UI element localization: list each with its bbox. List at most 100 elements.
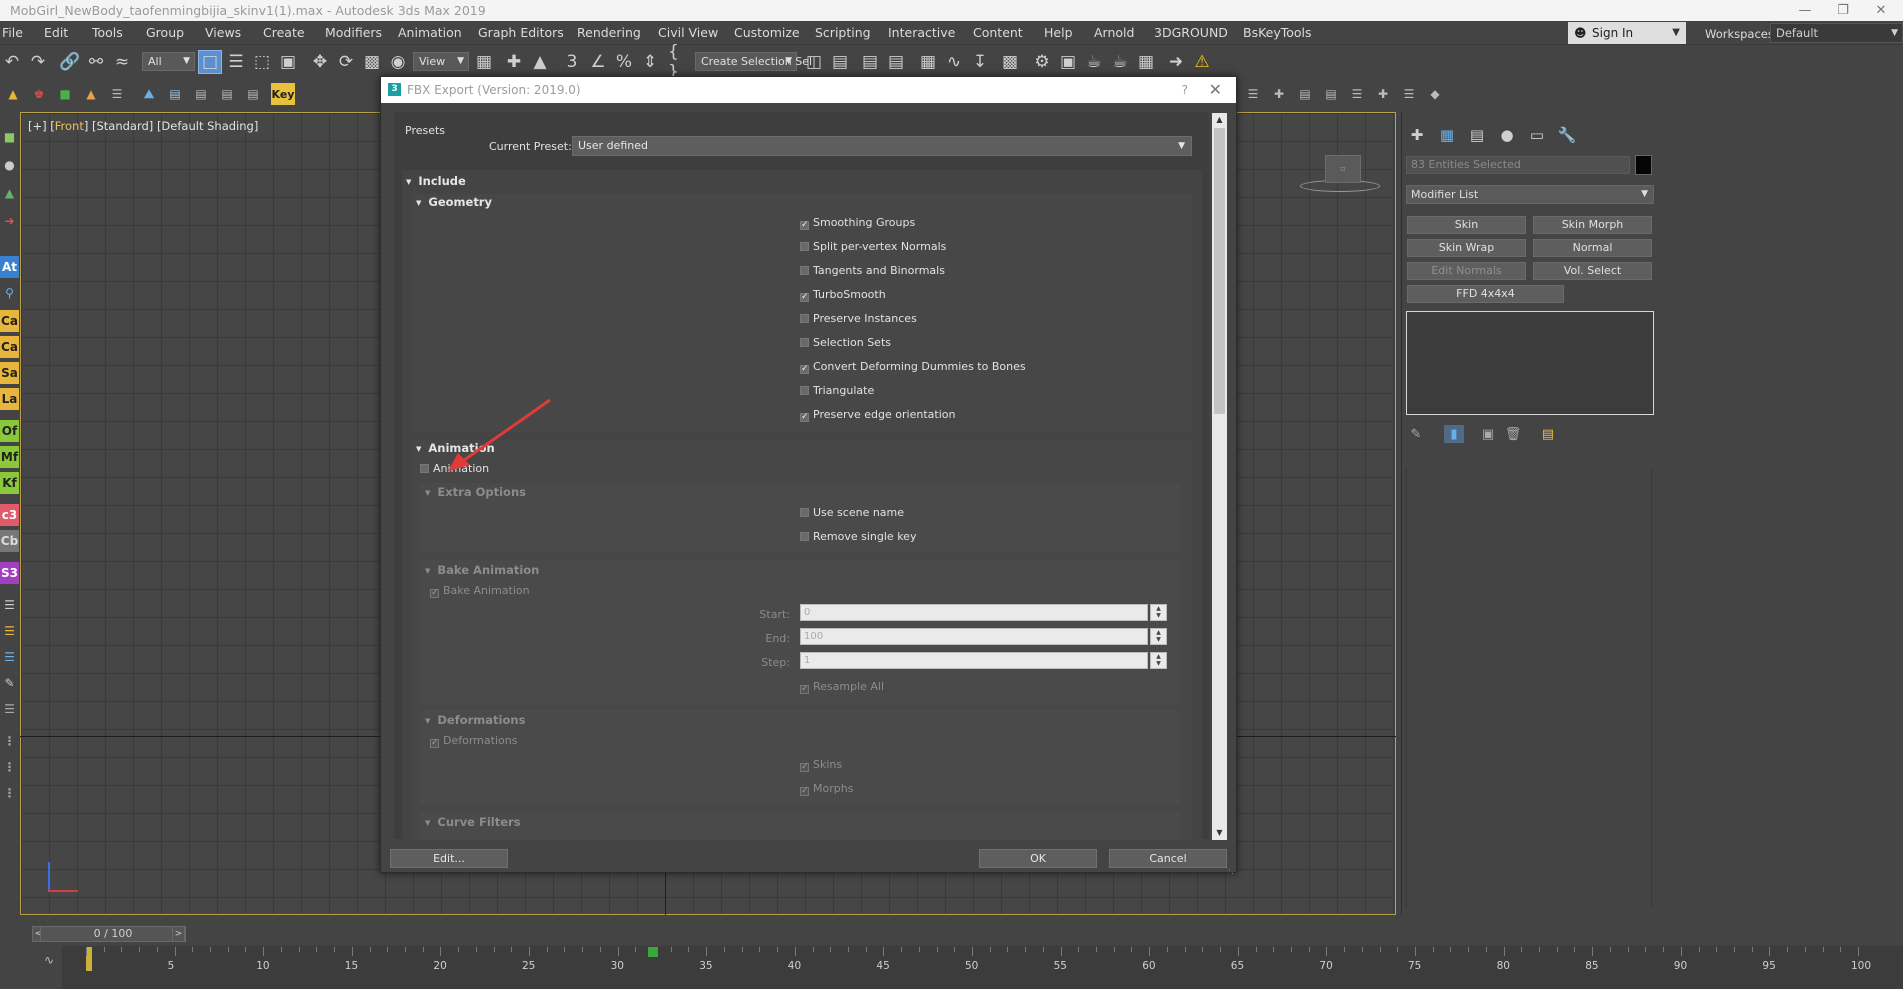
box-icon[interactable]: ■ xyxy=(0,126,19,148)
of-button[interactable]: Of xyxy=(0,420,19,442)
reference-coordinate-select[interactable]: View ▼ xyxy=(413,52,469,71)
menu-edit[interactable]: Edit xyxy=(44,25,68,40)
bind-space-warp-icon[interactable]: ≈ xyxy=(110,50,134,74)
workspace-select[interactable]: Default ▼ xyxy=(1770,23,1903,43)
time-slider-next-icon[interactable]: > xyxy=(172,926,185,942)
select-object-icon[interactable]: □ xyxy=(198,50,222,74)
s3-button[interactable]: S3 xyxy=(0,562,19,584)
start-spinner-icon[interactable]: ▲ ▼ xyxy=(1150,604,1167,621)
menu-help[interactable]: Help xyxy=(1044,25,1073,40)
bake-animation-checkbox[interactable]: ✓ Bake Animation xyxy=(430,584,530,598)
scale-icon[interactable]: ▩ xyxy=(360,50,384,74)
menu-3dground[interactable]: 3DGROUND xyxy=(1154,25,1228,40)
geometry-option-checkbox[interactable]: ✓ Preserve edge orientation xyxy=(800,408,955,422)
edit-named-selection-icon[interactable]: { } xyxy=(668,42,692,82)
step-field[interactable]: 1 xyxy=(800,652,1148,669)
viewcube-icon[interactable]: ▫ xyxy=(1325,155,1361,183)
dots-icon-3[interactable]: ⋮ xyxy=(0,782,19,804)
curve-filters-rollout[interactable]: ▼ Curve Filters xyxy=(425,815,521,829)
sphere-icon[interactable]: ● xyxy=(0,154,19,176)
layers-icon-3[interactable]: ☰ xyxy=(0,646,19,668)
geometry-option-checkbox[interactable]: Tangents and Binormals xyxy=(800,264,945,277)
modifier-list-select[interactable]: Modifier List ▼ xyxy=(1406,185,1654,204)
selection-name-field[interactable]: 83 Entities Selected xyxy=(1406,156,1630,174)
geometry-rollout[interactable]: ▼ Geometry xyxy=(416,195,492,209)
geometry-option-checkbox[interactable]: Selection Sets xyxy=(800,336,891,349)
placement-icon[interactable]: ◉ xyxy=(386,50,410,74)
plugin-icon-8[interactable]: ▤ xyxy=(188,80,214,108)
selection-filter-select[interactable]: All ▼ xyxy=(142,52,195,71)
create-tab-icon[interactable]: ✚ xyxy=(1406,124,1428,146)
schematic-view-icon[interactable]: ↧ xyxy=(968,50,992,74)
attach-icon[interactable]: At xyxy=(0,256,19,278)
layer-icon-3[interactable]: ▤ xyxy=(1292,80,1318,108)
remove-modifier-icon[interactable]: 🗑 xyxy=(1503,425,1523,443)
menu-views[interactable]: Views xyxy=(205,25,241,40)
use-scene-name-checkbox[interactable]: Use scene name xyxy=(800,506,904,519)
rectangular-selection-icon[interactable]: ⬚ xyxy=(250,50,274,74)
move-icon[interactable]: ✥ xyxy=(308,50,332,74)
menu-group[interactable]: Group xyxy=(146,25,184,40)
menu-animation[interactable]: Animation xyxy=(398,25,462,40)
la-button[interactable]: La xyxy=(0,388,19,410)
remove-single-key-checkbox[interactable]: Remove single key xyxy=(800,530,916,543)
track-bar[interactable] xyxy=(62,946,1903,989)
bone-icon[interactable]: ➜ xyxy=(0,210,19,232)
plugin-icon-3[interactable]: ■ xyxy=(52,80,78,108)
deformations-rollout[interactable]: ▼ Deformations xyxy=(425,713,525,727)
mf-button[interactable]: Mf xyxy=(0,446,19,468)
unlink-icon[interactable]: ⚯ xyxy=(84,50,108,74)
viewport-label[interactable]: [+] [Front] [Standard] [Default Shading] xyxy=(28,119,258,133)
layer-icon-7[interactable]: ☰ xyxy=(1396,80,1422,108)
kf-button[interactable]: Kf xyxy=(0,472,19,494)
geometry-option-checkbox[interactable]: Preserve Instances xyxy=(800,312,917,325)
cb-button[interactable]: Cb xyxy=(0,530,19,552)
layer-icon-1[interactable]: ☰ xyxy=(1240,80,1266,108)
utilities-tab-icon[interactable]: 🔧 xyxy=(1556,124,1578,146)
layer-icon-5[interactable]: ☰ xyxy=(1344,80,1370,108)
select-by-name-icon[interactable]: ☰ xyxy=(224,50,248,74)
window-crossing-icon[interactable]: ▣ xyxy=(276,50,300,74)
pivot-center-icon[interactable]: ▦ xyxy=(472,50,496,74)
resample-all-checkbox[interactable]: ✓ Resample All xyxy=(800,680,884,694)
key-plugin-button[interactable]: Key xyxy=(271,83,295,105)
plugin-icon-4[interactable]: ▲ xyxy=(78,80,104,108)
scene-explorer-icon[interactable]: ▤ xyxy=(858,50,882,74)
geometry-option-checkbox[interactable]: ✓ Convert Deforming Dummies to Bones xyxy=(800,360,1026,374)
skin-morph-button[interactable]: Skin Morph xyxy=(1533,216,1652,234)
geometry-option-checkbox[interactable]: Split per-vertex Normals xyxy=(800,240,946,253)
angle-snap-icon[interactable]: ∠ xyxy=(586,50,610,74)
open-mini-curve-editor-icon[interactable]: ∿ xyxy=(44,953,54,967)
skin-wrap-button[interactable]: Skin Wrap xyxy=(1407,239,1526,257)
layer-explorer-icon[interactable]: ▤ xyxy=(884,50,908,74)
plugin-icon-9[interactable]: ▤ xyxy=(214,80,240,108)
geometry-option-checkbox[interactable]: ✓ TurboSmooth xyxy=(800,288,886,302)
snaps-toggle-icon[interactable]: 3 xyxy=(560,50,584,74)
pointer-icon[interactable]: ✎ xyxy=(0,672,19,694)
render-production-icon[interactable]: ☕ xyxy=(1082,50,1106,74)
display-tab-icon[interactable]: ▭ xyxy=(1526,124,1548,146)
help-icon[interactable]: ? xyxy=(1182,77,1188,103)
edit-normals-button[interactable]: Edit Normals xyxy=(1407,262,1526,280)
show-end-result-icon[interactable]: ▮ xyxy=(1444,425,1464,443)
close-icon[interactable]: ✕ xyxy=(1209,77,1222,103)
scroll-up-icon[interactable]: ▲ xyxy=(1212,113,1227,127)
c3-button[interactable]: c3 xyxy=(0,504,19,526)
redo-icon[interactable]: ↷ xyxy=(26,50,50,74)
morphs-checkbox[interactable]: ✓ Morphs xyxy=(800,782,853,796)
dialog-scrollbar-thumb[interactable] xyxy=(1214,128,1225,414)
layer-icon-4[interactable]: ▤ xyxy=(1318,80,1344,108)
layers-icon-1[interactable]: ☰ xyxy=(0,594,19,616)
menu-content[interactable]: Content xyxy=(973,25,1023,40)
vol-select-button[interactable]: Vol. Select xyxy=(1533,262,1652,280)
scroll-down-icon[interactable]: ▼ xyxy=(1212,826,1227,840)
sign-in-button[interactable]: ☻ Sign In ▼ xyxy=(1568,22,1686,44)
render-setup-icon[interactable]: ⚙ xyxy=(1030,50,1054,74)
menu-tools[interactable]: Tools xyxy=(92,25,123,40)
resize-grip-icon[interactable]: ⋱ xyxy=(1225,866,1234,876)
bake-animation-rollout[interactable]: ▼ Bake Animation xyxy=(425,563,539,577)
material-editor-icon[interactable]: ▩ xyxy=(998,50,1022,74)
plugin-icon-1[interactable]: ▲ xyxy=(0,80,26,108)
plugin-icon-10[interactable]: ▤ xyxy=(240,80,266,108)
undo-icon[interactable]: ↶ xyxy=(0,50,24,74)
